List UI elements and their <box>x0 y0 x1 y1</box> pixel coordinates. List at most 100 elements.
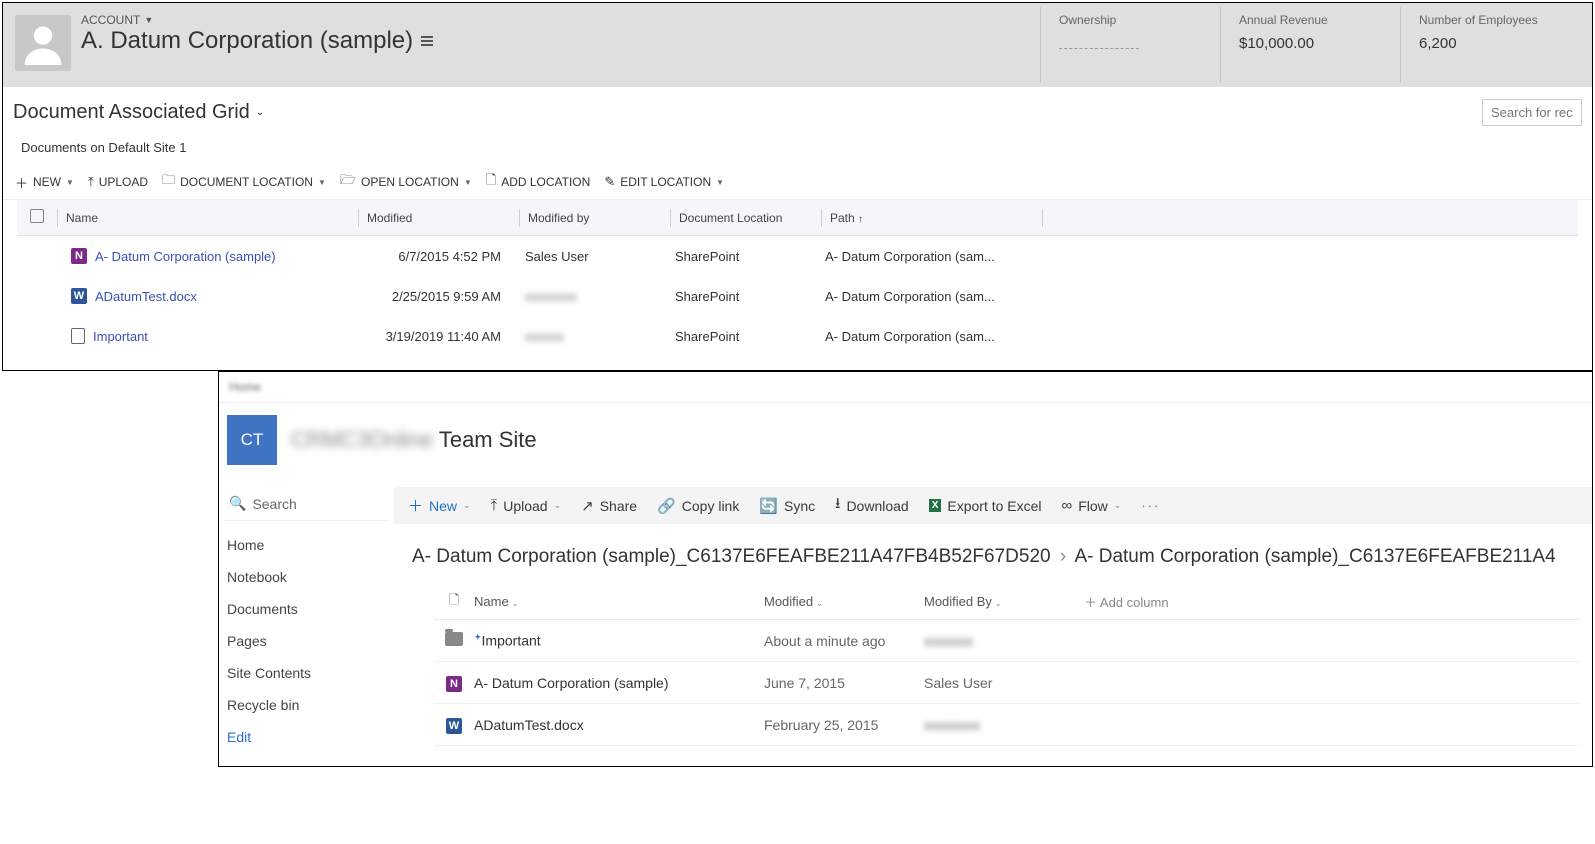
chevron-down-icon: ▼ <box>318 178 326 187</box>
sidebar-item-edit[interactable]: Edit <box>225 721 388 753</box>
file-name[interactable]: ADatumTest.docx <box>474 717 764 733</box>
file-name[interactable]: Important <box>482 633 541 649</box>
entity-type-label[interactable]: ACCOUNT ▼ <box>81 7 1040 27</box>
table-row[interactable]: Important 3/19/2019 11:40 AM xxxxxx Shar… <box>17 316 1578 356</box>
file-link[interactable]: Important <box>93 329 148 344</box>
flow-icon: ∞ <box>1062 497 1073 514</box>
word-icon: W <box>71 288 87 304</box>
col-modified[interactable]: Modified <box>359 211 519 225</box>
sp-search[interactable]: 🔍 Search <box>225 487 388 521</box>
crm-record-header: ACCOUNT ▼ A. Datum Corporation (sample) … <box>3 3 1592 87</box>
sp-excel-button[interactable]: XExport to Excel <box>929 498 1042 514</box>
plus-icon: ＋ <box>408 495 423 516</box>
stat-revenue: Annual Revenue $10,000.00 <box>1220 7 1400 83</box>
account-avatar <box>15 15 71 71</box>
open-location-button[interactable]: 🗁OPEN LOCATION▼ <box>340 171 472 193</box>
list-item[interactable]: W ADatumTest.docx February 25, 2015 xxxx… <box>434 704 1580 746</box>
chevron-down-icon: ⌄ <box>554 500 562 511</box>
list-icon[interactable] <box>421 34 433 48</box>
cell-modified: 2/25/2015 9:59 AM <box>357 289 517 304</box>
chevron-down-icon: ⌄ <box>256 107 264 118</box>
list-item[interactable]: ✦Important About a minute ago xxxxxxx <box>434 620 1580 662</box>
col-doc-location[interactable]: Document Location <box>671 211 821 225</box>
share-icon: ↗ <box>581 497 594 515</box>
add-location-icon: 🗋 <box>486 171 496 193</box>
sidebar-item-documents[interactable]: Documents <box>225 593 388 625</box>
sp-top-nav: Home <box>219 372 1592 403</box>
table-row[interactable]: NA- Datum Corporation (sample) 6/7/2015 … <box>17 236 1578 276</box>
sp-sync-button[interactable]: 🔄Sync <box>759 497 815 515</box>
chevron-down-icon: ▼ <box>716 178 724 187</box>
crm-command-bar: ＋NEW▼ ⤒UPLOAD 🗀DOCUMENT LOCATION▼ 🗁OPEN … <box>3 165 1592 200</box>
cell-modified-by: Sales User <box>924 675 1084 691</box>
document-location-button[interactable]: 🗀DOCUMENT LOCATION▼ <box>162 171 326 193</box>
sidebar-item-home[interactable]: Home <box>225 529 388 561</box>
new-button[interactable]: ＋NEW▼ <box>15 171 74 193</box>
excel-icon: X <box>929 499 942 512</box>
chevron-down-icon: ⌄ <box>463 500 471 511</box>
onenote-icon: N <box>71 248 87 264</box>
sp-site-titlebar: CT CRMC3Online Team Site <box>219 403 1592 487</box>
list-item[interactable]: N A- Datum Corporation (sample) June 7, … <box>434 662 1580 704</box>
col-name[interactable]: Name <box>58 211 358 225</box>
download-icon: ⭳ <box>835 493 840 518</box>
file-link[interactable]: ADatumTest.docx <box>95 289 197 304</box>
upload-icon: ⤒ <box>88 174 94 190</box>
search-input[interactable] <box>1482 99 1582 126</box>
cell-modified-by: xxxxxxxx <box>517 289 667 304</box>
breadcrumb-part[interactable]: A- Datum Corporation (sample)_C6137E6FEA… <box>412 546 1051 567</box>
sharepoint-app-frame: Home CT CRMC3Online Team Site 🔍 Search H… <box>218 371 1593 767</box>
link-icon: 🔗 <box>657 497 676 515</box>
sidebar-item-notebook[interactable]: Notebook <box>225 561 388 593</box>
file-type-icon: 🗋 <box>449 592 459 607</box>
sp-more-button[interactable]: ··· <box>1141 498 1160 513</box>
sp-add-column[interactable]: ＋ Add column <box>1084 592 1169 611</box>
cell-path: A- Datum Corporation (sam... <box>817 249 1037 264</box>
sp-sidebar: 🔍 Search Home Notebook Documents Pages S… <box>219 487 394 766</box>
location-icon: 🗀 <box>162 171 175 193</box>
select-all-checkbox[interactable] <box>30 209 44 223</box>
folder-open-icon: 🗁 <box>340 171 356 193</box>
table-row[interactable]: W ADatumTest.docx 2/25/2015 9:59 AM xxxxx… <box>17 276 1578 316</box>
cell-modified: About a minute ago <box>764 633 924 649</box>
sp-topnav-item[interactable]: Home <box>229 380 261 394</box>
sp-new-button[interactable]: ＋New⌄ <box>408 495 471 516</box>
sp-file-grid: 🗋 Name⌄ Modified⌄ Modified By⌄ ＋ Add col… <box>394 574 1592 766</box>
breadcrumb-part[interactable]: A- Datum Corporation (sample)_C6137E6FEA… <box>1074 546 1555 567</box>
sp-share-button[interactable]: ↗Share <box>581 497 637 515</box>
subgrid-title[interactable]: Document Associated Grid ⌄ <box>13 101 264 124</box>
sp-breadcrumb: A- Datum Corporation (sample)_C6137E6FEA… <box>394 524 1592 574</box>
sp-download-button[interactable]: ⭳Download <box>835 493 909 518</box>
file-link[interactable]: A- Datum Corporation (sample) <box>95 249 276 264</box>
sp-col-modified-by[interactable]: Modified By⌄ <box>924 594 1084 609</box>
upload-button[interactable]: ⤒UPLOAD <box>88 171 148 193</box>
add-location-button[interactable]: 🗋ADD LOCATION <box>486 171 591 193</box>
avatar-icon <box>21 21 65 65</box>
col-path[interactable]: Path ↑ <box>822 211 1042 225</box>
cell-modified: June 7, 2015 <box>764 675 924 691</box>
sidebar-item-site-contents[interactable]: Site Contents <box>225 657 388 689</box>
col-modified-by[interactable]: Modified by <box>520 211 670 225</box>
file-name[interactable]: A- Datum Corporation (sample) <box>474 675 764 691</box>
ownership-value-empty[interactable] <box>1059 35 1139 49</box>
site-tile: CT <box>227 415 277 465</box>
stat-ownership: Ownership <box>1040 7 1220 83</box>
sidebar-item-recycle-bin[interactable]: Recycle bin <box>225 689 388 721</box>
sp-flow-button[interactable]: ∞Flow⌄ <box>1062 497 1122 514</box>
sp-copylink-button[interactable]: 🔗Copy link <box>657 497 739 515</box>
sp-col-name[interactable]: Name⌄ <box>474 594 764 609</box>
site-name[interactable]: CRMC3Online Team Site <box>291 427 537 453</box>
upload-icon: ⤒ <box>491 497 498 514</box>
crm-app-frame: ACCOUNT ▼ A. Datum Corporation (sample) … <box>2 2 1593 371</box>
chevron-down-icon: ▼ <box>464 178 472 187</box>
sidebar-item-pages[interactable]: Pages <box>225 625 388 657</box>
sp-upload-button[interactable]: ⤒Upload⌄ <box>491 497 562 514</box>
cell-modified: 3/19/2019 11:40 AM <box>357 329 517 344</box>
edit-location-button[interactable]: ✎EDIT LOCATION▼ <box>604 171 724 193</box>
chevron-right-icon: › <box>1060 546 1066 567</box>
sp-grid-header: 🗋 Name⌄ Modified⌄ Modified By⌄ ＋ Add col… <box>434 584 1580 620</box>
plus-icon: ＋ <box>15 173 28 192</box>
document-icon <box>71 328 85 344</box>
sp-col-modified[interactable]: Modified⌄ <box>764 594 924 609</box>
chevron-down-icon: ▼ <box>66 178 74 187</box>
